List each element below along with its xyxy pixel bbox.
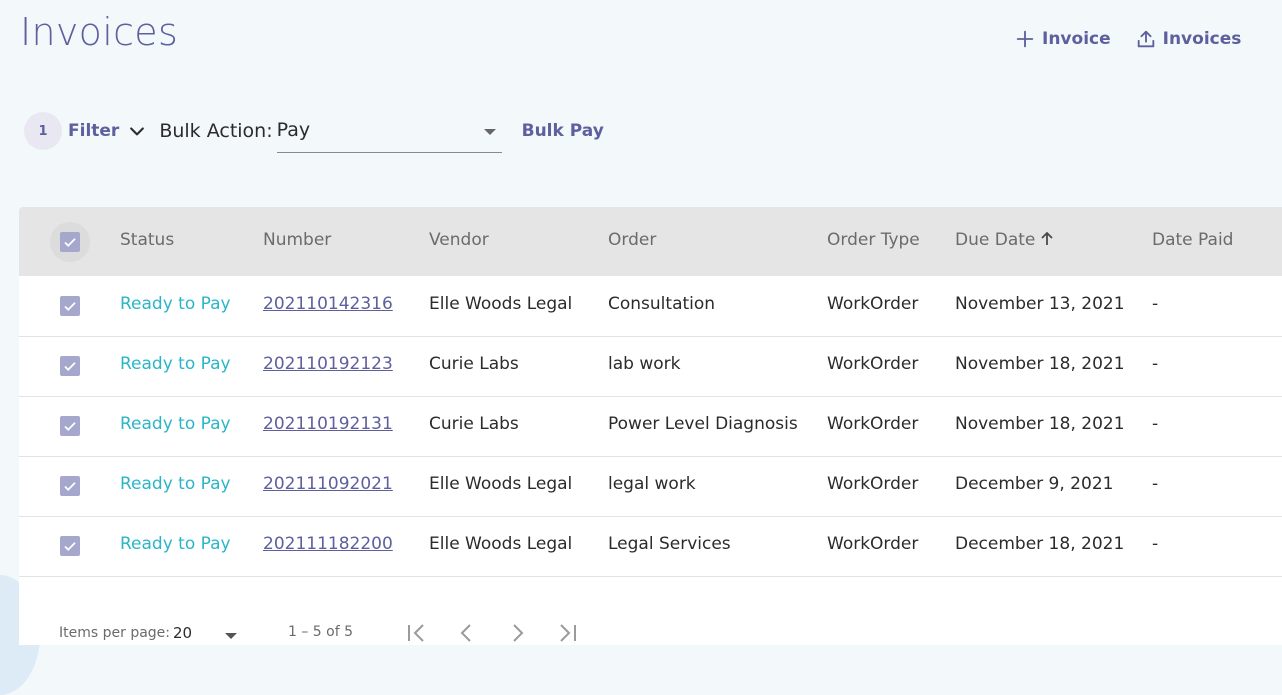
- items-per-page-select[interactable]: 20: [173, 624, 192, 642]
- upload-invoices-button[interactable]: Invoices: [1135, 28, 1242, 50]
- bulk-toolbar: 1 Filter Bulk Action: Pay Bulk Pay: [24, 109, 604, 153]
- status-cell[interactable]: Ready to Pay: [120, 474, 231, 494]
- page-range-label: 1 – 5 of 5: [288, 624, 354, 640]
- paginator: Items per page: 20 1 – 5 of 5: [19, 602, 1282, 645]
- column-header-status[interactable]: Status: [120, 230, 174, 250]
- check-icon: [64, 422, 76, 431]
- table-row[interactable]: Ready to Pay 202110192131 Curie Labs Power …: [19, 396, 1282, 457]
- chevron-down-icon[interactable]: [127, 121, 147, 141]
- bulk-action-value: Pay: [276, 119, 311, 141]
- vendor-cell: Elle Woods Legal: [429, 294, 573, 314]
- invoice-number-link[interactable]: 202110142316: [263, 294, 393, 314]
- check-icon: [64, 542, 76, 551]
- status-cell[interactable]: Ready to Pay: [120, 354, 231, 374]
- order-cell: lab work: [608, 354, 681, 374]
- row-checkbox[interactable]: [60, 416, 80, 436]
- select-all-checkbox-wrap: [50, 222, 90, 262]
- add-invoice-label: Invoice: [1042, 29, 1111, 49]
- previous-page-icon[interactable]: [454, 620, 480, 645]
- order-cell: legal work: [608, 474, 696, 494]
- first-page-icon[interactable]: [404, 620, 430, 645]
- order-type-cell: WorkOrder: [827, 414, 919, 434]
- row-checkbox[interactable]: [60, 356, 80, 376]
- invoice-number-link[interactable]: 202110192131: [263, 414, 393, 434]
- date-paid-cell: -: [1152, 534, 1159, 554]
- order-cell: Power Level Diagnosis: [608, 414, 798, 434]
- column-header-due-date[interactable]: Due Date: [955, 230, 1055, 250]
- invoices-table: Status Number Vendor Order Order Type Du…: [19, 207, 1282, 645]
- bulk-action-label: Bulk Action:: [159, 120, 273, 142]
- order-type-cell: WorkOrder: [827, 474, 919, 494]
- page-title: Invoices: [20, 10, 179, 54]
- column-header-order[interactable]: Order: [608, 230, 656, 250]
- vendor-cell: Curie Labs: [429, 354, 519, 374]
- due-date-cell: November 18, 2021: [955, 414, 1125, 434]
- select-all-checkbox[interactable]: [60, 232, 80, 252]
- dropdown-caret-icon: [483, 129, 496, 135]
- status-cell[interactable]: Ready to Pay: [120, 294, 231, 314]
- order-type-cell: WorkOrder: [827, 534, 919, 554]
- upload-invoices-label: Invoices: [1162, 29, 1242, 49]
- column-header-date-paid[interactable]: Date Paid: [1152, 230, 1233, 250]
- dropdown-caret-icon[interactable]: [225, 633, 237, 639]
- order-type-cell: WorkOrder: [827, 294, 919, 314]
- due-date-cell: November 18, 2021: [955, 354, 1125, 374]
- invoice-number-link[interactable]: 202111182200: [263, 534, 393, 554]
- column-header-vendor[interactable]: Vendor: [429, 230, 489, 250]
- table-row[interactable]: Ready to Pay 202110192123 Curie Labs lab wo…: [19, 336, 1282, 397]
- due-date-cell: December 9, 2021: [955, 474, 1114, 494]
- plus-icon: [1016, 30, 1034, 48]
- next-page-icon[interactable]: [504, 620, 530, 645]
- vendor-cell: Elle Woods Legal: [429, 534, 573, 554]
- filter-count-badge[interactable]: 1: [24, 112, 62, 150]
- invoice-number-link[interactable]: 202111092021: [263, 474, 393, 494]
- row-checkbox[interactable]: [60, 536, 80, 556]
- vendor-cell: Curie Labs: [429, 414, 519, 434]
- row-checkbox[interactable]: [60, 476, 80, 496]
- check-icon: [64, 302, 76, 311]
- table-row[interactable]: Ready to Pay 202111182200 Elle Woods Legal…: [19, 516, 1282, 577]
- last-page-icon[interactable]: [554, 620, 580, 645]
- invoice-number-link[interactable]: 202110192123: [263, 354, 393, 374]
- column-header-order-type[interactable]: Order Type: [827, 230, 920, 250]
- status-cell[interactable]: Ready to Pay: [120, 414, 231, 434]
- date-paid-cell: -: [1152, 354, 1159, 374]
- column-header-number[interactable]: Number: [263, 230, 331, 250]
- due-date-cell: December 18, 2021: [955, 534, 1125, 554]
- check-icon: [64, 238, 76, 247]
- status-cell[interactable]: Ready to Pay: [120, 534, 231, 554]
- due-date-label: Due Date: [955, 230, 1036, 250]
- vendor-cell: Elle Woods Legal: [429, 474, 573, 494]
- order-cell: Consultation: [608, 294, 716, 314]
- table-row[interactable]: Ready to Pay 202111092021 Elle Woods Legal…: [19, 456, 1282, 517]
- add-invoice-button[interactable]: Invoice: [1014, 28, 1111, 50]
- upload-icon: [1137, 30, 1154, 48]
- row-checkbox[interactable]: [60, 296, 80, 316]
- items-per-page-label: Items per page:: [59, 625, 171, 641]
- date-paid-cell: -: [1152, 294, 1159, 314]
- due-date-cell: November 13, 2021: [955, 294, 1125, 314]
- bulk-action-select[interactable]: Pay: [276, 109, 502, 153]
- table-header: Status Number Vendor Order Order Type Du…: [19, 207, 1282, 276]
- order-type-cell: WorkOrder: [827, 354, 919, 374]
- date-paid-cell: -: [1152, 474, 1159, 494]
- bulk-pay-button[interactable]: Bulk Pay: [522, 121, 604, 141]
- table-row[interactable]: Ready to Pay 202110142316 Elle Woods Legal…: [19, 276, 1282, 337]
- check-icon: [64, 482, 76, 491]
- check-icon: [64, 362, 76, 371]
- filter-button[interactable]: Filter: [68, 121, 119, 141]
- date-paid-cell: -: [1152, 414, 1159, 434]
- order-cell: Legal Services: [608, 534, 731, 554]
- page-actions: Invoice Invoices: [1014, 28, 1241, 50]
- arrow-up-icon: [1041, 231, 1054, 245]
